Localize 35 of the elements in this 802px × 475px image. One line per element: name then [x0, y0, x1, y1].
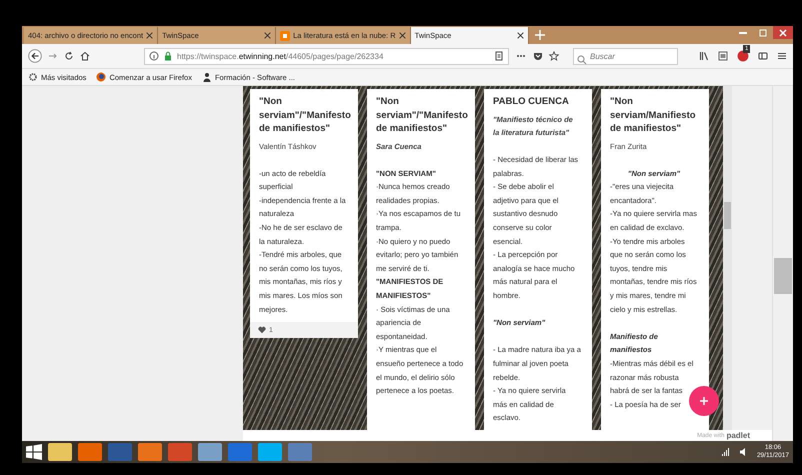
- post-title: PABLO CUENCA: [493, 95, 570, 108]
- forward-icon[interactable]: [48, 51, 58, 61]
- panel-icon[interactable]: [758, 51, 768, 61]
- back-icon[interactable]: [28, 49, 42, 63]
- padlet-logo[interactable]: padlet: [726, 431, 750, 440]
- new-tab-icon[interactable]: [534, 30, 545, 40]
- address-field[interactable]: https://twinspace.etwinning.net/44605/pages/page/262334: [144, 48, 509, 64]
- gear-icon: [28, 72, 38, 82]
- lock-icon: [163, 51, 173, 61]
- info-icon: [149, 51, 159, 61]
- star-icon[interactable]: [549, 51, 559, 61]
- close-tab-icon[interactable]: [264, 32, 272, 39]
- page-scrollbar[interactable]: [772, 86, 793, 441]
- library-icon[interactable]: [699, 51, 709, 61]
- extension-icon[interactable]: [737, 50, 749, 62]
- search-field[interactable]: Buscar: [573, 48, 678, 64]
- windows-start-icon[interactable]: [26, 444, 42, 460]
- url-text: https://twinspace.etwinning.net/44605/pages/page/262334: [177, 52, 384, 60]
- close-tab-icon[interactable]: [146, 32, 154, 39]
- reader-view-icon[interactable]: [494, 51, 504, 61]
- network-icon: [720, 447, 731, 457]
- close-tab-icon[interactable]: [398, 32, 406, 39]
- person-icon: [202, 72, 212, 82]
- post-title: "Non serviam/Manifiesto de manifiestos": [610, 95, 697, 136]
- close-tab-icon[interactable]: [516, 32, 524, 39]
- pocket-icon[interactable]: [533, 51, 543, 61]
- scrollbar[interactable]: [723, 86, 732, 430]
- home-icon[interactable]: [80, 51, 90, 61]
- plus-icon: [699, 396, 709, 406]
- close-window-icon[interactable]: [773, 26, 793, 39]
- reload-icon[interactable]: [64, 51, 74, 61]
- firefox-icon: [96, 72, 106, 82]
- heart-icon[interactable]: [258, 326, 266, 334]
- menu-icon[interactable]: [777, 51, 787, 61]
- sidebar-icon[interactable]: [718, 51, 728, 61]
